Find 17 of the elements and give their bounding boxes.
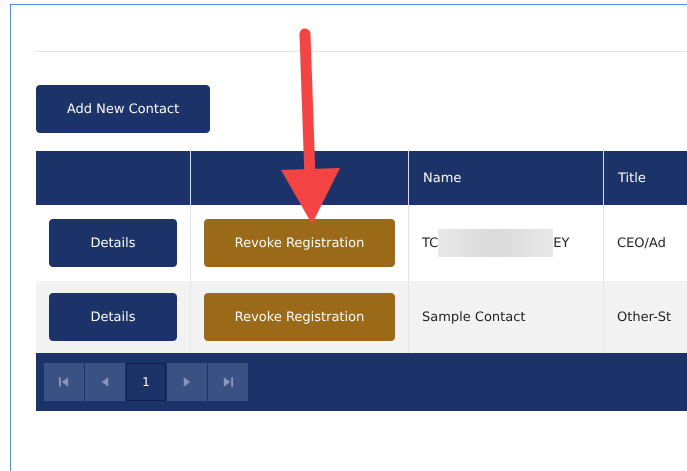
details-button[interactable]: Details <box>49 293 177 341</box>
last-page-icon <box>222 376 234 388</box>
name-text: Sample Contact <box>422 310 526 324</box>
page-button[interactable]: 1 <box>126 363 166 401</box>
name-text: TC <box>422 236 438 250</box>
previous-icon <box>99 376 111 388</box>
title-text: CEO/Ad <box>617 236 666 250</box>
title-text: Other-St <box>617 310 672 324</box>
revoke-button[interactable]: Revoke Registration <box>204 219 395 267</box>
add-contact-button[interactable]: Add New Contact <box>36 85 210 133</box>
next-icon <box>181 376 193 388</box>
column-header: Name <box>409 151 604 205</box>
column-header: Title <box>604 151 687 205</box>
name-text: EY <box>553 236 570 250</box>
details-button[interactable]: Details <box>49 219 177 267</box>
first-page-icon <box>58 376 70 388</box>
revoke-button[interactable]: Revoke Registration <box>204 293 395 341</box>
